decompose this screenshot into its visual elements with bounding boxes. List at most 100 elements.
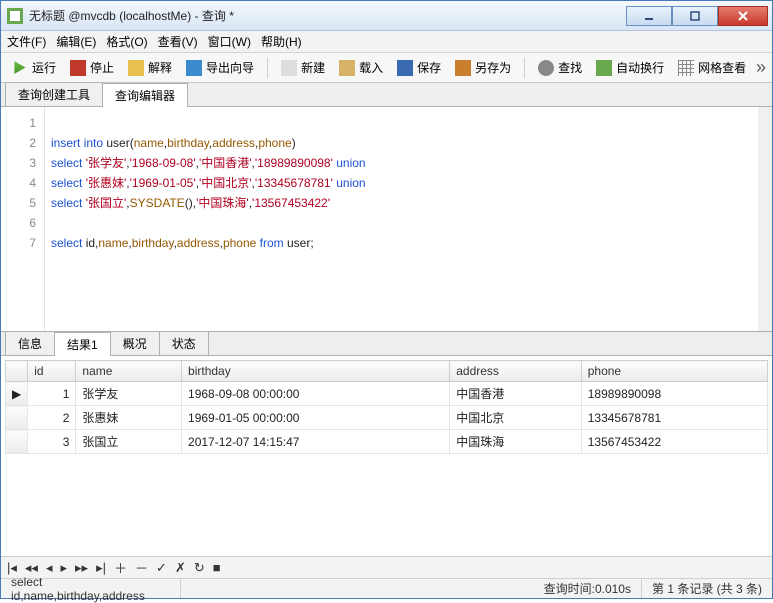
- grid-view-button[interactable]: 网格查看: [673, 56, 751, 79]
- maximize-button[interactable]: [672, 6, 718, 26]
- save-button[interactable]: 保存: [392, 56, 446, 79]
- run-button[interactable]: 运行: [7, 56, 61, 79]
- stop-label: 停止: [90, 59, 114, 76]
- tab-status[interactable]: 状态: [159, 331, 209, 355]
- result-grid-wrap[interactable]: idnamebirthdayaddressphone▶1张学友1968-09-0…: [1, 356, 772, 556]
- cell[interactable]: 13345678781: [581, 406, 767, 430]
- line-gutter: 1234567: [1, 107, 45, 331]
- menu-file[interactable]: 文件(F): [7, 33, 46, 50]
- nav-prev-page-button[interactable]: ◂◂: [25, 560, 38, 576]
- tab-query-builder[interactable]: 查询创建工具: [5, 82, 103, 106]
- nav-stop-button[interactable]: ■: [213, 560, 221, 575]
- sql-editor[interactable]: 1234567 insert into user(name,birthday,a…: [1, 107, 772, 332]
- run-label: 运行: [32, 59, 56, 76]
- status-time-label: 查询时间:: [544, 580, 595, 597]
- nav-cancel-button[interactable]: ✗: [175, 560, 186, 576]
- title-bar: 无标题 @mvcdb (localhostMe) - 查询 *: [1, 1, 772, 31]
- load-label: 载入: [359, 59, 383, 76]
- minimize-button[interactable]: [626, 6, 672, 26]
- export-wizard-button[interactable]: 导出向导: [181, 56, 259, 79]
- result-grid[interactable]: idnamebirthdayaddressphone▶1张学友1968-09-0…: [5, 360, 768, 454]
- menu-window[interactable]: 窗口(W): [208, 33, 251, 50]
- tab-info[interactable]: 信息: [5, 331, 55, 355]
- cell[interactable]: 中国珠海: [450, 430, 582, 454]
- column-header[interactable]: id: [28, 361, 76, 382]
- column-header[interactable]: name: [76, 361, 182, 382]
- stop-icon: [70, 60, 86, 76]
- cell[interactable]: 1: [28, 382, 76, 406]
- app-icon: [7, 8, 23, 24]
- saveas-label: 另存为: [475, 59, 511, 76]
- status-query-time: 查询时间: 0.010s: [534, 579, 642, 598]
- find-button[interactable]: 查找: [533, 56, 587, 79]
- tab-query-editor[interactable]: 查询编辑器: [102, 83, 188, 107]
- column-header[interactable]: address: [450, 361, 582, 382]
- new-button[interactable]: 新建: [276, 56, 330, 79]
- cell[interactable]: 18989890098: [581, 382, 767, 406]
- search-icon: [538, 60, 554, 76]
- nav-next-page-button[interactable]: ▸▸: [75, 560, 88, 576]
- table-row[interactable]: 2张惠妹1969-01-05 00:00:00中国北京13345678781: [6, 406, 768, 430]
- menu-help[interactable]: 帮助(H): [261, 33, 302, 50]
- window-controls: [626, 6, 768, 26]
- nav-commit-button[interactable]: ✓: [156, 560, 167, 576]
- cell[interactable]: 张国立: [76, 430, 182, 454]
- menu-edit[interactable]: 编辑(E): [56, 33, 96, 50]
- cell[interactable]: 中国香港: [450, 382, 582, 406]
- nav-refresh-button[interactable]: ↻: [194, 560, 205, 576]
- cell[interactable]: 3: [28, 430, 76, 454]
- cell[interactable]: 1968-09-08 00:00:00: [182, 382, 450, 406]
- cell[interactable]: 2017-12-07 14:15:47: [182, 430, 450, 454]
- wrap-icon: [596, 60, 612, 76]
- editor-tabs: 查询创建工具 查询编辑器: [1, 83, 772, 107]
- load-icon: [339, 60, 355, 76]
- close-button[interactable]: [718, 6, 768, 26]
- cell[interactable]: 张惠妹: [76, 406, 182, 430]
- explain-label: 解释: [148, 59, 172, 76]
- cell[interactable]: 中国北京: [450, 406, 582, 430]
- save-as-button[interactable]: 另存为: [450, 56, 516, 79]
- stop-button[interactable]: 停止: [65, 56, 119, 79]
- code-area[interactable]: insert into user(name,birthday,address,p…: [45, 107, 772, 331]
- nav-last-button[interactable]: ▸|: [96, 560, 106, 576]
- new-icon: [281, 60, 297, 76]
- find-label: 查找: [558, 59, 582, 76]
- wrap-button[interactable]: 自动换行: [591, 56, 669, 79]
- load-button[interactable]: 载入: [334, 56, 388, 79]
- cell[interactable]: 1969-01-05 00:00:00: [182, 406, 450, 430]
- menu-bar: 文件(F) 编辑(E) 格式(O) 查看(V) 窗口(W) 帮助(H): [1, 31, 772, 53]
- explain-icon: [128, 60, 144, 76]
- table-row[interactable]: 3张国立2017-12-07 14:15:47中国珠海13567453422: [6, 430, 768, 454]
- toolbar-separator: [524, 58, 525, 78]
- explain-button[interactable]: 解释: [123, 56, 177, 79]
- result-tabs: 信息 结果1 概况 状态: [1, 332, 772, 356]
- tab-result1[interactable]: 结果1: [54, 332, 111, 356]
- row-indicator: ▶: [6, 382, 28, 406]
- grid-icon: [678, 60, 694, 76]
- tab-profile[interactable]: 概况: [110, 331, 160, 355]
- results-pane: idnamebirthdayaddressphone▶1张学友1968-09-0…: [1, 356, 772, 578]
- row-indicator-header: [6, 361, 28, 382]
- status-record: 第 1 条记录 (共 3 条): [642, 579, 772, 598]
- gridview-label: 网格查看: [698, 59, 746, 76]
- column-header[interactable]: phone: [581, 361, 767, 382]
- status-sql: select id,name,birthday,address: [1, 579, 181, 598]
- toolbar: 运行 停止 解释 导出向导 新建 载入 保存 另存为 查找 自动换行 网格查看 …: [1, 53, 772, 83]
- play-icon: [12, 60, 28, 76]
- nav-first-button[interactable]: |◂: [7, 560, 17, 576]
- table-row[interactable]: ▶1张学友1968-09-08 00:00:00中国香港18989890098: [6, 382, 768, 406]
- cell[interactable]: 13567453422: [581, 430, 767, 454]
- nav-next-button[interactable]: ▸: [61, 560, 68, 576]
- toolbar-overflow-icon[interactable]: »: [756, 57, 766, 78]
- wizard-label: 导出向导: [206, 59, 254, 76]
- row-indicator: [6, 406, 28, 430]
- status-bar: select id,name,birthday,address 查询时间: 0.…: [1, 578, 772, 598]
- row-indicator: [6, 430, 28, 454]
- cell[interactable]: 2: [28, 406, 76, 430]
- column-header[interactable]: birthday: [182, 361, 450, 382]
- menu-view[interactable]: 查看(V): [158, 33, 198, 50]
- wizard-icon: [186, 60, 202, 76]
- cell[interactable]: 张学友: [76, 382, 182, 406]
- nav-prev-button[interactable]: ◂: [46, 560, 53, 576]
- menu-format[interactable]: 格式(O): [106, 33, 147, 50]
